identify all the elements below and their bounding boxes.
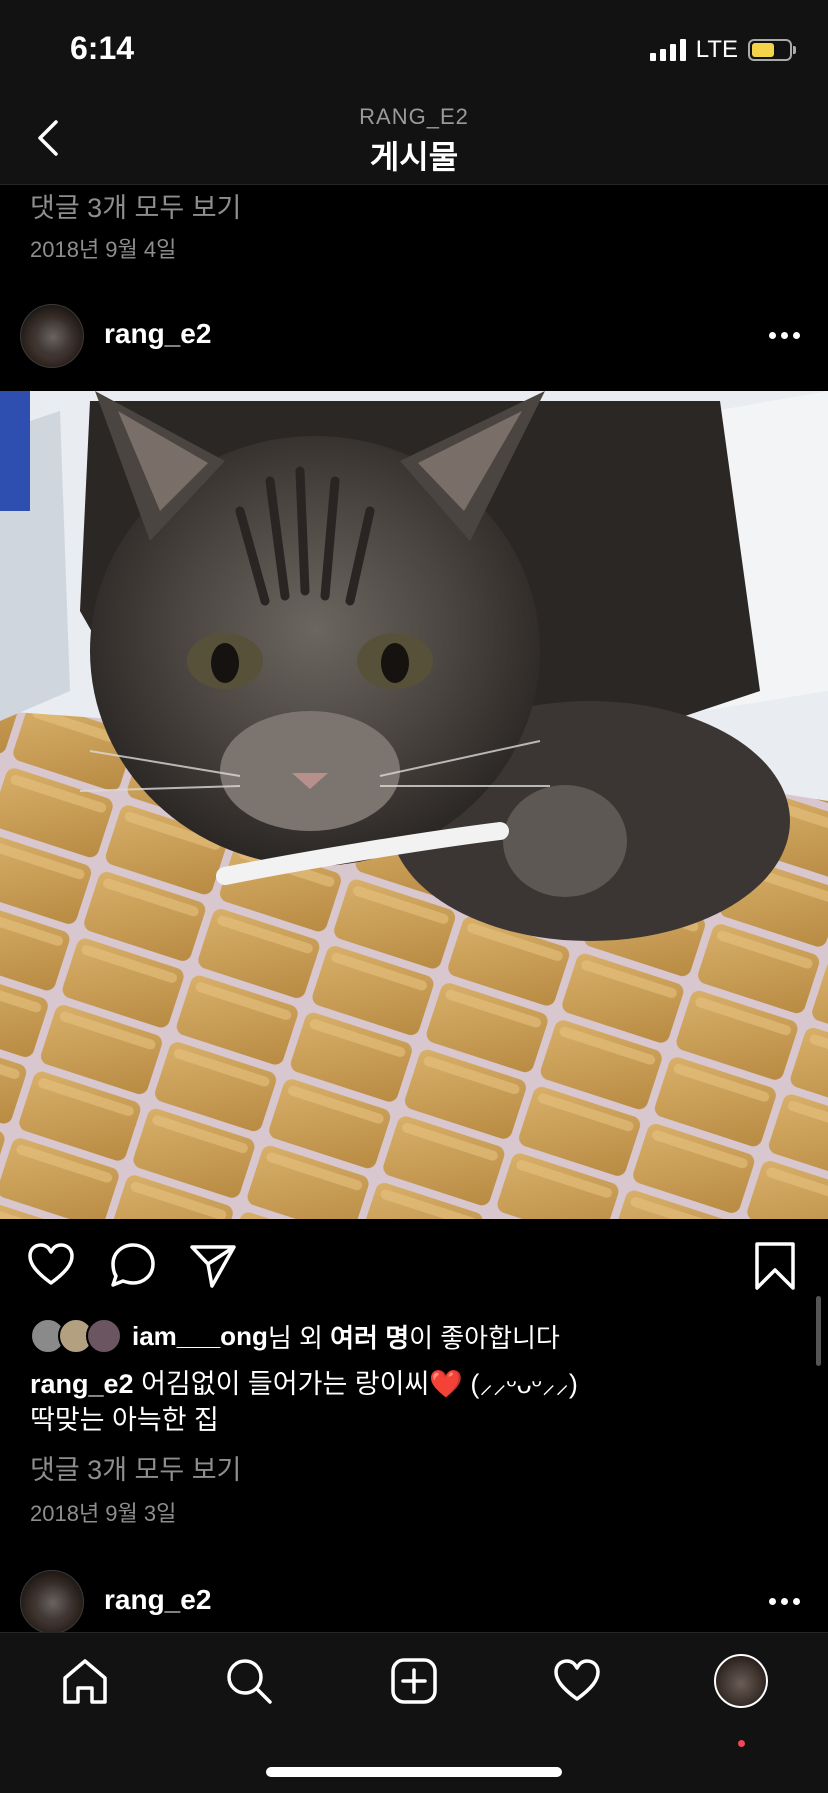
- likes-text-end: 이 좋아합니다: [409, 1322, 560, 1353]
- tab-bar: [0, 1632, 828, 1793]
- post-username[interactable]: rang_e2: [104, 1584, 211, 1616]
- likes-others[interactable]: 여러 명: [330, 1318, 409, 1355]
- tab-activity[interactable]: [547, 1651, 607, 1711]
- likes-summary[interactable]: iam___ong 님 외 여러 명 이 좋아합니다: [30, 1318, 560, 1354]
- post-photo[interactable]: [0, 391, 828, 1219]
- post-date: 2018년 9월 4일: [30, 237, 177, 262]
- tab-search[interactable]: [219, 1651, 279, 1711]
- home-indicator[interactable]: [266, 1767, 562, 1777]
- liker-username[interactable]: iam___ong: [132, 1321, 268, 1352]
- post-caption: rang_e2 어김없이 들어가는 랑이씨❤️ (⸝⸝ᵕᴗᵕ⸝⸝) 딱맞는 아늑…: [30, 1366, 800, 1438]
- post-username[interactable]: rang_e2: [104, 318, 211, 350]
- likes-text: 님 외: [267, 1322, 331, 1353]
- view-all-comments-link[interactable]: 댓글 3개 모두 보기: [30, 1448, 241, 1487]
- avatar[interactable]: [20, 304, 84, 368]
- heart-icon[interactable]: [26, 1240, 76, 1290]
- profile-avatar: [714, 1654, 768, 1708]
- next-post-header: rang_e2: [0, 1562, 828, 1642]
- caption-text: 어김없이 들어가는 랑이씨❤️ (⸝⸝ᵕᴗᵕ⸝⸝): [133, 1369, 578, 1399]
- header-account: RANG_E2: [359, 104, 469, 129]
- tab-new-post[interactable]: [384, 1651, 444, 1711]
- status-time: 6:14: [70, 30, 135, 66]
- tab-home[interactable]: [55, 1651, 115, 1711]
- home-icon: [63, 1659, 107, 1704]
- nav-header: RANG_E2 게시물: [0, 92, 828, 185]
- network-type: LTE: [695, 36, 738, 63]
- status-indicators: LTE: [649, 36, 796, 64]
- bookmark-icon[interactable]: [750, 1240, 800, 1292]
- page-title: 게시물: [369, 139, 459, 175]
- search-icon: [227, 1659, 272, 1704]
- tab-profile[interactable]: [711, 1651, 771, 1711]
- add-post-icon: [391, 1658, 437, 1704]
- activity-heart-icon: [554, 1659, 600, 1701]
- more-icon[interactable]: [769, 332, 800, 339]
- liker-avatars: [30, 1318, 122, 1354]
- post-actions: [0, 1240, 828, 1300]
- status-bar: 6:14 LTE: [0, 0, 828, 92]
- caption-username[interactable]: rang_e2: [30, 1369, 134, 1399]
- avatar: [86, 1318, 122, 1354]
- post-date: 2018년 9월 3일: [30, 1501, 177, 1526]
- scrollbar[interactable]: [816, 1296, 821, 1366]
- signal-icon: [649, 39, 686, 61]
- view-all-comments-link[interactable]: 댓글 3개 모두 보기: [30, 186, 241, 225]
- paper-plane-icon[interactable]: [188, 1240, 238, 1290]
- battery-icon: [748, 39, 796, 61]
- post-header: rang_e2: [0, 296, 828, 376]
- comment-icon[interactable]: [108, 1240, 158, 1290]
- notification-dot: [738, 1740, 745, 1747]
- avatar[interactable]: [20, 1570, 84, 1634]
- caption-text-line2: 딱맞는 아늑한 집: [30, 1405, 219, 1435]
- more-icon[interactable]: [769, 1598, 800, 1605]
